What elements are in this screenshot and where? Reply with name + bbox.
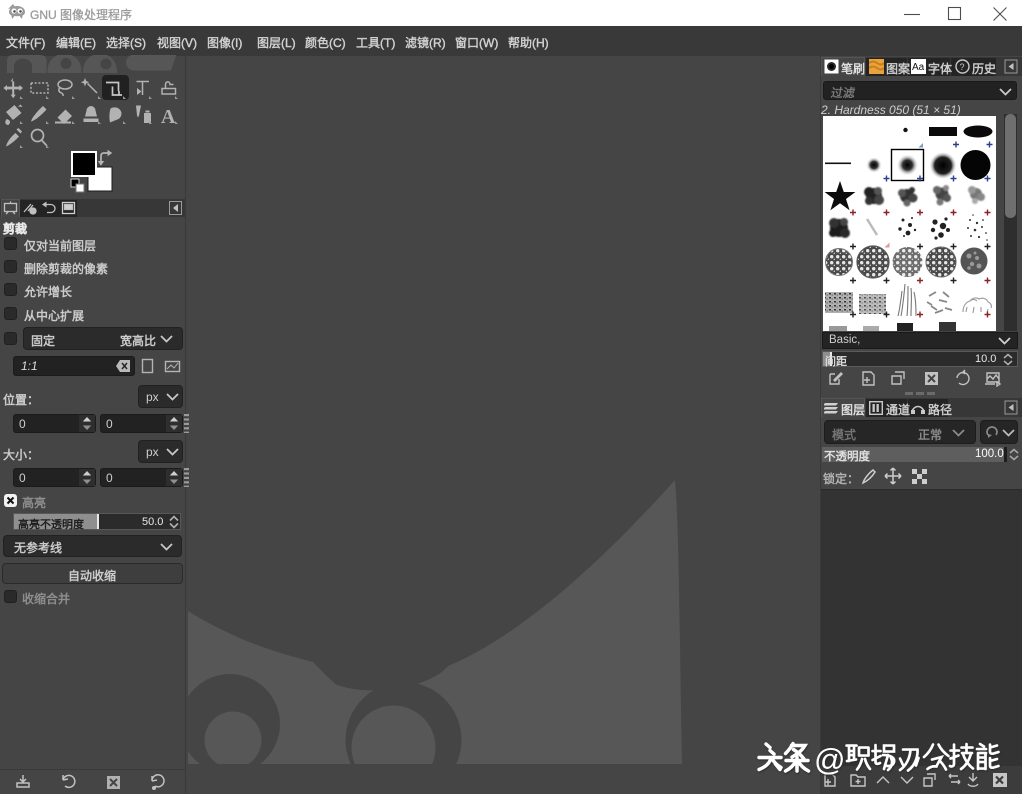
svg-text:Aa: Aa — [912, 62, 925, 73]
svg-text:A: A — [161, 106, 176, 128]
svg-text:?: ? — [960, 62, 965, 72]
svg-text:@: @ — [814, 742, 845, 777]
